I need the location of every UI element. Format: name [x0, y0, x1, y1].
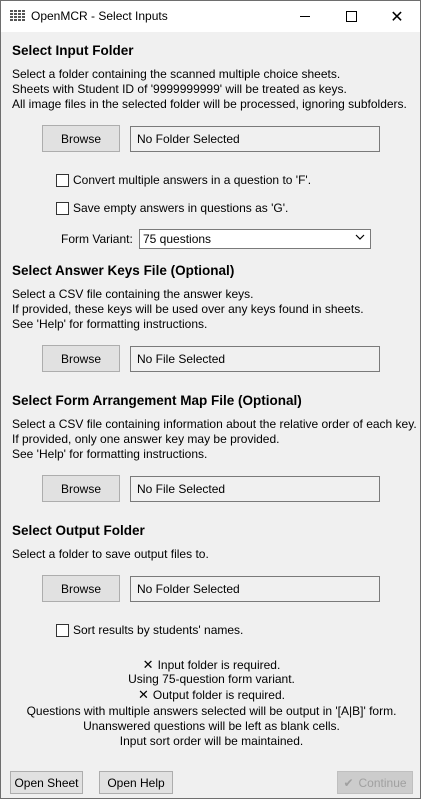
form-variant-value: 75 questions: [143, 232, 212, 246]
status-input-required-text: Input folder is required.: [157, 658, 281, 672]
maximize-button[interactable]: [328, 1, 374, 32]
chevron-down-icon: [355, 233, 365, 244]
input-folder-path-field: No Folder Selected: [130, 126, 380, 152]
status-output-required-text: Output folder is required.: [152, 688, 285, 702]
x-mark-icon: ✕: [142, 657, 154, 672]
input-folder-desc-1: Select a folder containing the scanned m…: [12, 67, 341, 81]
arrangement-map-path-field: No File Selected: [130, 476, 380, 502]
status-input-required: ✕ Input folder is required.: [1, 657, 420, 673]
arrangement-map-desc-1: Select a CSV file containing information…: [12, 417, 417, 431]
arrangement-map-heading: Select Form Arrangement Map File (Option…: [12, 393, 302, 408]
sort-by-name-checkbox[interactable]: [56, 624, 69, 637]
open-help-button[interactable]: Open Help: [99, 771, 173, 794]
status-unanswered: Unanswered questions will be left as bla…: [83, 719, 340, 733]
continue-button[interactable]: ✔ Continue: [337, 771, 413, 794]
input-folder-desc-2: Sheets with Student ID of '9999999999' w…: [12, 82, 347, 96]
output-folder-browse-button[interactable]: Browse: [42, 575, 120, 602]
output-folder-heading: Select Output Folder: [12, 523, 145, 538]
input-folder-desc-3: All image files in the selected folder w…: [12, 97, 407, 111]
output-folder-path-field: No Folder Selected: [130, 576, 380, 602]
output-folder-desc: Select a folder to save output files to.: [12, 547, 209, 561]
check-icon: ✔: [343, 775, 354, 790]
close-button[interactable]: ✕: [374, 1, 420, 32]
minimize-icon: [300, 16, 310, 17]
answer-keys-path-field: No File Selected: [130, 346, 380, 372]
form-variant-select[interactable]: 75 questions: [139, 229, 371, 249]
status-variant: Using 75-question form variant.: [128, 672, 295, 686]
save-empty-label: Save empty answers in questions as 'G'.: [73, 201, 289, 215]
minimize-button[interactable]: [282, 1, 328, 32]
status-output-required: ✕ Output folder is required.: [1, 687, 420, 703]
convert-multiple-checkbox[interactable]: [56, 174, 69, 187]
arrangement-map-browse-button[interactable]: Browse: [42, 475, 120, 502]
title-bar[interactable]: OpenMCR - Select Inputs ✕: [1, 1, 420, 32]
status-multiple-answers: Questions with multiple answers selected…: [26, 704, 397, 718]
maximize-icon: [345, 11, 357, 22]
open-sheet-button[interactable]: Open Sheet: [10, 771, 83, 794]
save-empty-checkbox[interactable]: [56, 202, 69, 215]
answer-keys-desc-1: Select a CSV file containing the answer …: [12, 287, 254, 301]
form-variant-label: Form Variant:: [61, 232, 133, 246]
close-icon: ✕: [390, 8, 404, 26]
status-sort-order: Input sort order will be maintained.: [119, 734, 304, 748]
app-grid-icon: [10, 10, 25, 23]
arrangement-map-desc-3: See 'Help' for formatting instructions.: [12, 447, 208, 461]
answer-keys-desc-3: See 'Help' for formatting instructions.: [12, 317, 208, 331]
openmcr-window: OpenMCR - Select Inputs ✕ Select Input F…: [0, 0, 421, 799]
answer-keys-browse-button[interactable]: Browse: [42, 345, 120, 372]
convert-multiple-label: Convert multiple answers in a question t…: [73, 173, 312, 187]
answer-keys-heading: Select Answer Keys File (Optional): [12, 263, 235, 278]
x-mark-icon: ✕: [138, 687, 149, 702]
sort-by-name-label: Sort results by students' names.: [73, 623, 244, 637]
arrangement-map-desc-2: If provided, only one answer key may be …: [12, 432, 280, 446]
answer-keys-desc-2: If provided, these keys will be used ove…: [12, 302, 364, 316]
window-title: OpenMCR - Select Inputs: [31, 9, 168, 23]
input-folder-heading: Select Input Folder: [12, 43, 134, 58]
input-folder-browse-button[interactable]: Browse: [42, 125, 120, 152]
continue-label: Continue: [358, 775, 407, 790]
